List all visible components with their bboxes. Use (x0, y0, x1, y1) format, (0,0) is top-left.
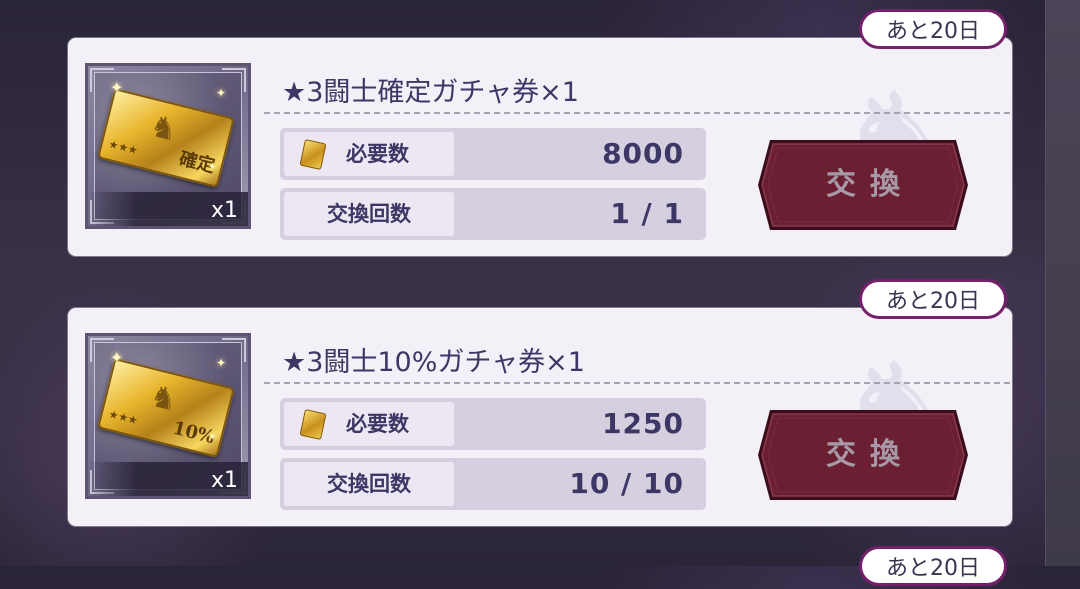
sparkle-icon: ✦ (110, 78, 124, 97)
item-quantity: x1 (210, 468, 238, 493)
item-thumbnail[interactable]: ♞ ★★★ 確定 ✦ ✦ ✦ x1 (85, 63, 251, 229)
ticket-currency-icon (299, 409, 327, 440)
sparkle-icon: ✦ (208, 162, 217, 173)
exchange-item-card: ♞ ♞ ★★★ 10% ✦ ✦ ✦ x1 ★3闘士10%ガチャ券×1 必要数 1… (68, 308, 1012, 526)
item-title: ★3闘士10%ガチャ券×1 (282, 347, 585, 378)
required-amount-row: 必要数 1250 (280, 398, 706, 450)
required-amount-row: 必要数 8000 (280, 128, 706, 180)
required-amount-value: 8000 (602, 137, 684, 170)
ticket-currency-icon (299, 139, 327, 170)
exchange-count-value: 1 / 1 (610, 197, 684, 230)
exchange-button-label: 交換 (826, 437, 914, 472)
exchange-count-row: 交換回数 10 / 10 (280, 458, 706, 510)
divider (264, 382, 1010, 384)
sparkle-icon: ✦ (208, 432, 217, 443)
exchange-count-value: 10 / 10 (569, 467, 684, 500)
item-thumbnail[interactable]: ♞ ★★★ 10% ✦ ✦ ✦ x1 (85, 333, 251, 499)
required-amount-label: 必要数 (284, 132, 454, 176)
sparkle-icon: ✦ (110, 348, 124, 367)
required-amount-label: 必要数 (284, 402, 454, 446)
required-amount-value: 1250 (602, 407, 684, 440)
exchange-count-label: 交換回数 (284, 462, 454, 506)
remaining-days-badge: あと20日 (859, 546, 1007, 586)
exchange-button[interactable]: 交換 (756, 408, 970, 502)
exchange-button-label: 交換 (826, 167, 914, 202)
scrollbar[interactable] (1045, 0, 1080, 566)
item-title: ★3闘士確定ガチャ券×1 (282, 77, 579, 108)
exchange-count-row: 交換回数 1 / 1 (280, 188, 706, 240)
remaining-days-badge: あと20日 (859, 279, 1007, 319)
exchange-count-label: 交換回数 (284, 192, 454, 236)
divider (264, 112, 1010, 114)
exchange-item-card: ♞ ♞ ★★★ 確定 ✦ ✦ ✦ x1 ★3闘士確定ガチャ券×1 必要数 800… (68, 38, 1012, 256)
sparkle-icon: ✦ (216, 86, 227, 100)
exchange-button[interactable]: 交換 (756, 138, 970, 232)
item-quantity: x1 (210, 198, 238, 223)
sparkle-icon: ✦ (216, 356, 227, 370)
remaining-days-badge: あと20日 (859, 9, 1007, 49)
